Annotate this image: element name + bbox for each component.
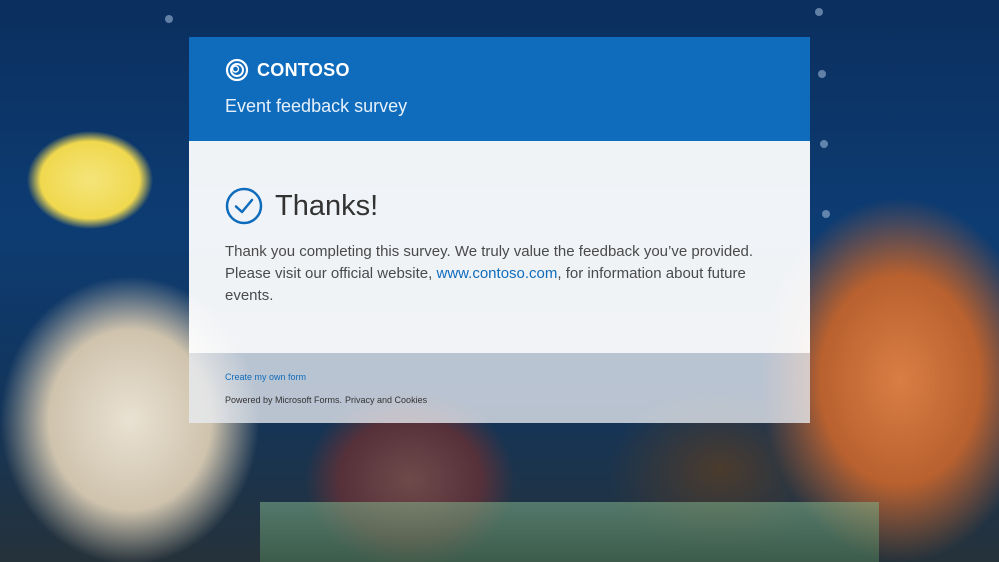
survey-title: Event feedback survey bbox=[225, 96, 408, 116]
website-link[interactable]: www.contoso.com bbox=[437, 265, 558, 282]
contoso-ring-icon bbox=[225, 58, 249, 82]
check-circle-icon bbox=[225, 187, 263, 225]
rivet-decoration bbox=[820, 140, 828, 148]
card-header: CONTOSO Event feedback survey bbox=[189, 37, 810, 141]
thanks-heading: Thanks! bbox=[275, 189, 379, 222]
survey-card: CONTOSO Event feedback survey Thanks! Th… bbox=[189, 37, 810, 423]
card-body: Thanks! Thank you completing this survey… bbox=[189, 141, 810, 353]
create-form-link[interactable]: Create my own form bbox=[225, 372, 306, 382]
card-footer: Create my own form Powered by Microsoft … bbox=[189, 353, 810, 423]
rivet-decoration bbox=[815, 8, 823, 16]
powered-by-line: Powered by Microsoft Forms. Privacy and C… bbox=[225, 395, 427, 405]
background-table bbox=[260, 502, 879, 562]
confirmation-message: Thank you completing this survey. We tru… bbox=[225, 241, 765, 307]
privacy-link[interactable]: Privacy and Cookies bbox=[345, 395, 427, 405]
rivet-decoration bbox=[165, 15, 173, 23]
brand-name: CONTOSO bbox=[257, 59, 350, 80]
powered-by-text: Powered by Microsoft Forms. bbox=[225, 395, 343, 405]
rivet-decoration bbox=[818, 70, 826, 78]
thanks-heading-row: Thanks! bbox=[225, 187, 378, 225]
brand-logo: CONTOSO bbox=[225, 58, 350, 82]
rivet-decoration bbox=[822, 210, 830, 218]
